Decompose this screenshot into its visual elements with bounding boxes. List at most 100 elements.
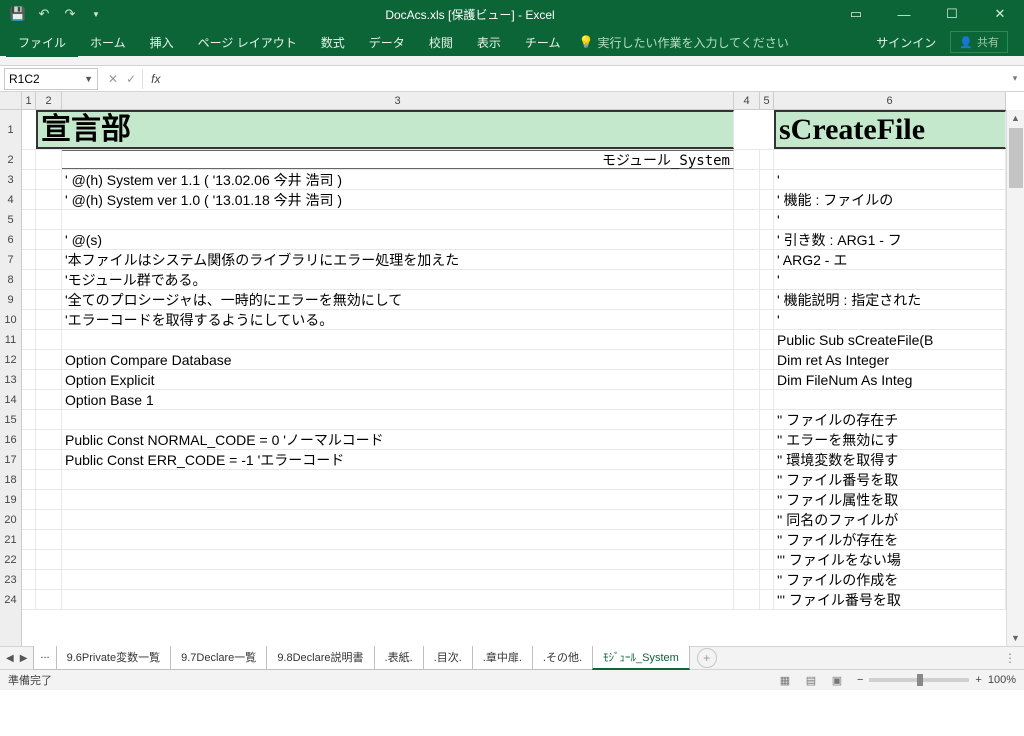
cell[interactable]: '' ファイル属性を取 — [774, 490, 1006, 509]
row-header[interactable]: 9 — [0, 290, 21, 310]
cell[interactable]: ' ARG2 - エ — [774, 250, 1006, 269]
cell[interactable] — [22, 390, 36, 409]
select-all-corner[interactable] — [0, 92, 22, 110]
zoom-level[interactable]: 100% — [988, 674, 1016, 686]
cell[interactable] — [734, 250, 760, 269]
scroll-thumb[interactable] — [1009, 128, 1023, 188]
cell[interactable] — [22, 250, 36, 269]
cell[interactable] — [734, 230, 760, 249]
worksheet[interactable]: 123456 123456789101112131415161718192021… — [0, 92, 1024, 646]
sheet-tab[interactable]: .表紙. — [374, 646, 424, 670]
cell[interactable] — [760, 430, 774, 449]
cell[interactable]: ' 引き数 : ARG1 - フ — [774, 230, 1006, 249]
row-header[interactable]: 3 — [0, 170, 21, 190]
cell[interactable]: Dim ret As Integer — [774, 350, 1006, 369]
row-header[interactable]: 5 — [0, 210, 21, 230]
undo-icon[interactable]: ↶ — [36, 6, 52, 22]
cell[interactable] — [62, 590, 734, 609]
cell[interactable] — [62, 470, 734, 489]
cell[interactable] — [734, 310, 760, 329]
tell-me[interactable]: 💡 実行したい作業を入力してください — [578, 34, 788, 51]
cell[interactable] — [36, 590, 62, 609]
cell[interactable] — [760, 290, 774, 309]
cell[interactable] — [760, 350, 774, 369]
cell[interactable] — [22, 150, 36, 169]
maximize-button[interactable]: ☐ — [932, 2, 972, 26]
sheet-tab[interactable]: .目次. — [423, 646, 473, 670]
cell[interactable]: 'エラーコードを取得するようにしている。 — [62, 310, 734, 329]
row-header[interactable]: 15 — [0, 410, 21, 430]
column-header[interactable]: 2 — [36, 92, 62, 109]
cell[interactable] — [22, 190, 36, 209]
name-box[interactable]: R1C2 ▼ — [4, 68, 98, 90]
cell[interactable] — [734, 210, 760, 229]
cell[interactable]: Option Explicit — [62, 370, 734, 389]
sheet-tab[interactable]: .章中扉. — [472, 646, 533, 670]
cell[interactable] — [734, 390, 760, 409]
cell[interactable] — [36, 370, 62, 389]
ribbon-options-icon[interactable]: ▭ — [836, 2, 876, 26]
cell[interactable]: ' @(h) System ver 1.1 ( '13.02.06 今井 浩司 … — [62, 170, 734, 189]
cell[interactable] — [734, 330, 760, 349]
cell[interactable]: ''' ファイルをない場 — [774, 550, 1006, 569]
cell[interactable] — [22, 370, 36, 389]
view-normal-icon[interactable]: ▦ — [775, 673, 795, 688]
cell[interactable] — [22, 310, 36, 329]
cell[interactable] — [760, 530, 774, 549]
cell[interactable] — [734, 510, 760, 529]
cell[interactable] — [760, 250, 774, 269]
cell[interactable] — [760, 510, 774, 529]
row-header[interactable]: 11 — [0, 330, 21, 350]
tab-formulas[interactable]: 数式 — [309, 28, 357, 57]
cell[interactable] — [760, 490, 774, 509]
cell[interactable] — [22, 430, 36, 449]
cell[interactable] — [62, 550, 734, 569]
cell[interactable]: '全てのプロシージャは、一時的にエラーを無効にして — [62, 290, 734, 309]
cell[interactable]: ' @(h) System ver 1.0 ( '13.01.18 今井 浩司 … — [62, 190, 734, 209]
tab-scroll-right-icon[interactable]: ▶ — [20, 653, 28, 664]
tab-file[interactable]: ファイル — [6, 28, 78, 57]
cell[interactable]: 'モジュール群である。 — [62, 270, 734, 289]
tab-page-layout[interactable]: ページ レイアウト — [186, 28, 309, 57]
cell[interactable] — [36, 190, 62, 209]
cell[interactable] — [36, 450, 62, 469]
cell[interactable] — [760, 590, 774, 609]
cell[interactable] — [62, 210, 734, 229]
cell[interactable] — [734, 590, 760, 609]
sheet-tab[interactable]: ... — [33, 646, 56, 670]
cell[interactable]: ' @(s) — [62, 230, 734, 249]
vertical-scrollbar[interactable]: ▲ ▼ — [1006, 110, 1024, 646]
chevron-down-icon[interactable]: ▼ — [84, 74, 93, 84]
cell[interactable] — [62, 570, 734, 589]
sheet-tab[interactable]: .その他. — [532, 646, 593, 670]
cell[interactable] — [22, 550, 36, 569]
row-header[interactable]: 13 — [0, 370, 21, 390]
scroll-up-icon[interactable]: ▲ — [1007, 110, 1024, 126]
row-header[interactable]: 16 — [0, 430, 21, 450]
cell[interactable] — [734, 490, 760, 509]
cell[interactable]: ' 機能 : ファイルの — [774, 190, 1006, 209]
tab-menu-icon[interactable]: ⋮ — [996, 651, 1024, 665]
cell[interactable] — [760, 190, 774, 209]
cell[interactable] — [36, 390, 62, 409]
cell[interactable]: '' ファイルの作成を — [774, 570, 1006, 589]
row-header[interactable]: 10 — [0, 310, 21, 330]
cell[interactable]: ' 機能説明 : 指定された — [774, 290, 1006, 309]
cell[interactable] — [36, 490, 62, 509]
cell[interactable] — [36, 430, 62, 449]
cell[interactable]: '' 環境変数を取得す — [774, 450, 1006, 469]
cell[interactable] — [22, 170, 36, 189]
row-header[interactable]: 21 — [0, 530, 21, 550]
cell[interactable] — [774, 390, 1006, 409]
tab-scroll-left-icon[interactable]: ◀ — [6, 653, 14, 664]
cell[interactable] — [36, 210, 62, 229]
tab-data[interactable]: データ — [357, 28, 417, 57]
cell[interactable]: Dim FileNum As Integ — [774, 370, 1006, 389]
cell[interactable] — [734, 450, 760, 469]
cell[interactable]: Public Const NORMAL_CODE = 0 'ノーマルコード — [62, 430, 734, 449]
cell[interactable] — [22, 530, 36, 549]
cell[interactable]: '' ファイル番号を取 — [774, 470, 1006, 489]
cell[interactable] — [22, 290, 36, 309]
cell[interactable] — [36, 570, 62, 589]
close-button[interactable]: ✕ — [980, 2, 1020, 26]
